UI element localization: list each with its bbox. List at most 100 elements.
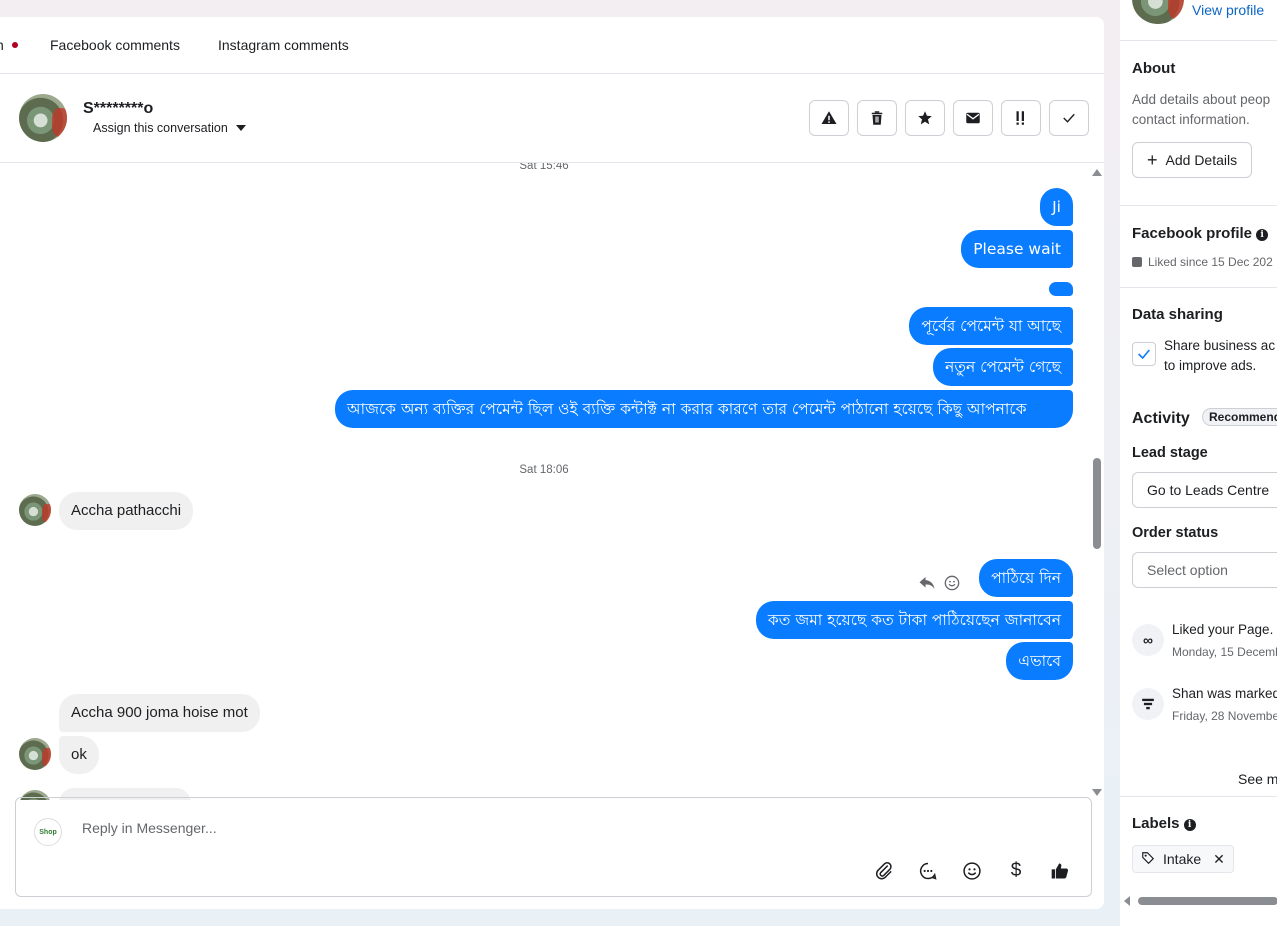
data-sharing-checkbox[interactable] [1132,342,1156,366]
contact-avatar-small[interactable] [19,738,51,770]
info-icon[interactable]: i [1256,229,1269,241]
label-tag-icon [1141,851,1155,868]
conversation-header: S********o Assign this conversation [0,74,1104,163]
check-icon [1138,349,1150,360]
thumb-icon [1132,257,1142,267]
see-more-link[interactable]: See m [1238,769,1277,789]
mail-icon [966,112,980,124]
important-icon [1016,111,1024,125]
reply-tools: $ [873,860,1071,882]
activity-item-2-date: Friday, 28 Novembe [1172,709,1277,723]
unread-dot [12,42,18,48]
contact-sidebar: View profile About Add details about peo… [1120,0,1277,926]
scroll-up-arrow[interactable] [1092,169,1102,176]
contact-avatar[interactable] [19,94,67,142]
plus-icon: + [1147,150,1158,170]
liked-since-text: Liked since 15 Dec 202 [1148,255,1273,269]
message-hover-actions [918,575,960,596]
attach-icon[interactable] [873,860,895,882]
smiley-icon[interactable] [944,575,960,596]
outgoing-message[interactable]: কত জমা হয়েছে কত টাকা পাঠিয়েছেন জানাবেন [755,601,1073,639]
activity-item-2: Shan was marked [1172,686,1277,701]
divider [1120,40,1277,41]
outgoing-message[interactable]: আজকে অন্য ব্যক্তির পেমেন্ট ছিল ওই ব্যক্ত… [335,390,1073,428]
about-title: About [1132,60,1176,77]
activity-title: Activity [1132,410,1190,427]
outgoing-message[interactable]: Please wait [961,230,1073,268]
outgoing-message[interactable]: নতুন পেমেন্ট গেছে [933,348,1073,386]
delete-button[interactable] [857,100,897,136]
labels-label: Labels [1132,815,1180,832]
message-scrollbar[interactable] [1090,163,1102,800]
assign-conversation-dropdown[interactable]: Assign this conversation [93,121,246,135]
order-status-title: Order status [1132,525,1219,541]
liked-since: Liked since 15 Dec 202 [1132,252,1273,272]
reply-input[interactable] [82,820,682,836]
activity-item-1: Liked your Page. [1172,622,1274,637]
assign-label: Assign this conversation [93,121,228,135]
divider [1120,205,1277,206]
message-list[interactable]: Sat 15:46 Ji Please wait পূর্বের পেমেন্ট… [0,163,1104,800]
data-sharing-text-2: to improve ads. [1164,358,1257,373]
timestamp: Sat 18:06 [519,464,569,476]
go-to-leads-centre-button[interactable]: Go to Leads Centre [1132,472,1277,508]
outgoing-message[interactable]: এভাবে [1006,642,1073,680]
mark-unread-button[interactable] [953,100,993,136]
emoji-icon[interactable] [961,860,983,882]
incoming-message[interactable]: Accha 900 joma hoise mot [59,694,260,732]
recommended-badge: Recommend [1202,408,1277,426]
like-thumb-icon[interactable] [1049,860,1071,882]
divider [1120,796,1277,797]
chevron-down-icon [235,125,246,131]
scroll-left-arrow[interactable] [1124,896,1130,906]
about-text-2: contact information. [1132,112,1250,127]
page-logo: Shop [34,818,62,846]
saved-replies-icon[interactable] [917,860,939,882]
incoming-message[interactable]: ok [59,736,99,774]
page-logo-text: Shop [39,828,57,836]
remove-label-icon[interactable]: ✕ [1213,851,1225,868]
label-chip-intake[interactable]: Intake ✕ [1132,845,1234,873]
conversation-panel: n Facebook comments Instagram comments S… [0,17,1104,909]
facebook-profile-title: Facebook profile i [1132,225,1269,242]
timestamp: Sat 15:46 [519,163,569,172]
tab-partial[interactable]: n [0,37,4,53]
star-icon [918,111,932,125]
facebook-profile-label: Facebook profile [1132,225,1253,242]
contact-name[interactable]: S********o [83,100,153,118]
warning-icon [821,111,837,124]
add-details-button[interactable]: + Add Details [1132,142,1253,178]
funnel-icon [1132,688,1164,720]
mark-spam-button[interactable] [809,100,849,136]
add-details-label: Add Details [1165,152,1238,168]
outgoing-message[interactable]: পাঠিয়ে দিন [979,559,1073,597]
labels-title: Labels i [1132,815,1196,832]
order-status-select[interactable]: Select option [1132,552,1277,588]
mark-done-button[interactable] [1049,100,1089,136]
scroll-thumb[interactable] [1138,897,1277,905]
outgoing-message[interactable]: Ji [1040,188,1073,226]
view-profile-link[interactable]: View profile [1192,0,1264,20]
horizontal-scrollbar[interactable] [1120,894,1277,906]
data-sharing-text-1: Share business ac [1164,338,1276,353]
follow-up-button[interactable] [1001,100,1041,136]
reply-icon[interactable] [918,575,936,596]
info-icon[interactable]: i [1183,819,1196,831]
payment-icon[interactable]: $ [1005,860,1027,882]
scroll-down-arrow[interactable] [1092,789,1102,796]
star-button[interactable] [905,100,945,136]
profile-avatar[interactable] [1132,0,1184,24]
outgoing-message[interactable]: পূর্বের পেমেন্ট যা আছে [909,307,1073,345]
scroll-thumb[interactable] [1093,458,1101,549]
outgoing-message-media[interactable] [1049,282,1073,296]
trash-icon [871,111,883,125]
conversation-actions [809,100,1089,136]
activity-item-1-date: Monday, 15 Decemb [1172,645,1277,659]
incoming-message[interactable]: Accha pathacchi [59,492,194,530]
contact-avatar-small[interactable] [19,494,51,526]
tab-facebook-comments[interactable]: Facebook comments [50,37,180,53]
meta-icon: ∞ [1132,624,1164,656]
divider [1120,287,1277,288]
tab-instagram-comments[interactable]: Instagram comments [218,37,349,53]
inbox-tabs: n Facebook comments Instagram comments [0,17,1104,74]
